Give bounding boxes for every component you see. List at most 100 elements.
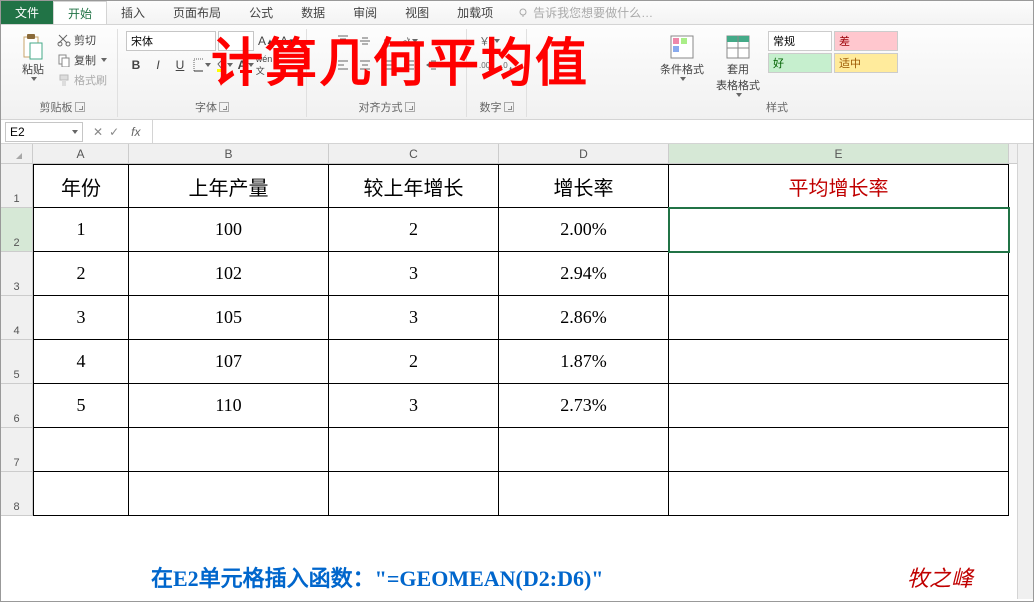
cell-C6[interactable]: 3 — [329, 384, 499, 428]
name-box[interactable]: E2 — [5, 122, 83, 142]
decrease-indent-button[interactable] — [399, 55, 419, 75]
increase-indent-button[interactable] — [421, 55, 441, 75]
fill-color-button[interactable] — [214, 55, 234, 75]
cell-D4[interactable]: 2.86% — [499, 296, 669, 340]
cell-style-normal[interactable]: 常规 — [768, 31, 832, 51]
cell-D3[interactable]: 2.94% — [499, 252, 669, 296]
row-header-8[interactable]: 8 — [1, 472, 33, 516]
align-center-button[interactable] — [355, 55, 375, 75]
tab-addin[interactable]: 加载项 — [443, 1, 507, 24]
formula-input[interactable] — [153, 122, 1033, 142]
tab-file[interactable]: 文件 — [1, 1, 53, 24]
cell-A2[interactable]: 1 — [33, 208, 129, 252]
col-header-A[interactable]: A — [33, 144, 129, 163]
align-bottom-button[interactable] — [377, 31, 397, 51]
align-left-button[interactable] — [333, 55, 353, 75]
cell-A4[interactable]: 3 — [33, 296, 129, 340]
row-header-3[interactable]: 3 — [1, 252, 33, 296]
cell-E3[interactable] — [669, 252, 1009, 296]
fx-icon[interactable]: fx — [125, 125, 146, 139]
tab-insert[interactable]: 插入 — [107, 1, 159, 24]
cell-C4[interactable]: 3 — [329, 296, 499, 340]
row-header-5[interactable]: 5 — [1, 340, 33, 384]
orientation-button[interactable]: ab — [399, 31, 419, 51]
cell-A6[interactable]: 5 — [33, 384, 129, 428]
font-launcher[interactable] — [219, 102, 229, 112]
cell-A1[interactable]: 年份 — [33, 164, 129, 208]
col-header-D[interactable]: D — [499, 144, 669, 163]
tab-home[interactable]: 开始 — [53, 1, 107, 24]
increase-decimal-button[interactable]: .00 — [476, 55, 496, 75]
cut-button[interactable]: 剪切 — [55, 31, 109, 49]
paste-button[interactable]: 粘贴 — [15, 31, 51, 83]
format-painter-button[interactable]: 格式刷 — [55, 71, 109, 89]
select-all-corner[interactable] — [1, 144, 33, 163]
cell-D2[interactable]: 2.00% — [499, 208, 669, 252]
cell-style-good[interactable]: 好 — [768, 53, 832, 73]
cell-E2[interactable] — [669, 208, 1009, 252]
cell-A7[interactable] — [33, 428, 129, 472]
col-header-E[interactable]: E — [669, 144, 1009, 163]
row-header-6[interactable]: 6 — [1, 384, 33, 428]
cell-E7[interactable] — [669, 428, 1009, 472]
cell-C7[interactable] — [329, 428, 499, 472]
italic-button[interactable]: I — [148, 55, 168, 75]
align-top-button[interactable] — [333, 31, 353, 51]
bold-button[interactable]: B — [126, 55, 146, 75]
cell-D1[interactable]: 增长率 — [499, 164, 669, 208]
tab-review[interactable]: 审阅 — [339, 1, 391, 24]
tell-me-hint[interactable]: 告诉我您想要做什么… — [517, 4, 653, 21]
align-right-button[interactable] — [377, 55, 397, 75]
accounting-format-button[interactable]: ￥ — [476, 31, 502, 51]
increase-font-button[interactable]: A▲ — [256, 31, 276, 51]
align-launcher[interactable] — [405, 102, 415, 112]
conditional-format-button[interactable]: 条件格式 — [656, 31, 708, 83]
cancel-formula-button[interactable]: ✕ — [93, 125, 103, 139]
cell-D6[interactable]: 2.73% — [499, 384, 669, 428]
phonetic-button[interactable]: wén文 — [258, 55, 278, 75]
cell-B5[interactable]: 107 — [129, 340, 329, 384]
cell-E1[interactable]: 平均增长率 — [669, 164, 1009, 208]
vertical-scrollbar[interactable] — [1017, 144, 1033, 599]
row-header-7[interactable]: 7 — [1, 428, 33, 472]
font-color-button[interactable]: A — [236, 55, 256, 75]
tab-view[interactable]: 视图 — [391, 1, 443, 24]
font-name-combo[interactable] — [126, 31, 216, 51]
cell-style-bad[interactable]: 差 — [834, 31, 898, 51]
col-header-B[interactable]: B — [129, 144, 329, 163]
accept-formula-button[interactable]: ✓ — [109, 125, 119, 139]
cell-B7[interactable] — [129, 428, 329, 472]
tab-formula[interactable]: 公式 — [235, 1, 287, 24]
border-button[interactable] — [192, 55, 212, 75]
format-as-table-button[interactable]: 套用 表格格式 — [712, 31, 764, 99]
cell-C3[interactable]: 3 — [329, 252, 499, 296]
cell-C8[interactable] — [329, 472, 499, 516]
cell-E8[interactable] — [669, 472, 1009, 516]
cell-B3[interactable]: 102 — [129, 252, 329, 296]
cell-B4[interactable]: 105 — [129, 296, 329, 340]
font-size-combo[interactable] — [218, 31, 254, 51]
row-header-1[interactable]: 1 — [1, 164, 33, 208]
cell-C5[interactable]: 2 — [329, 340, 499, 384]
cell-E4[interactable] — [669, 296, 1009, 340]
cell-B2[interactable]: 100 — [129, 208, 329, 252]
cell-A8[interactable] — [33, 472, 129, 516]
underline-button[interactable]: U — [170, 55, 190, 75]
cell-D5[interactable]: 1.87% — [499, 340, 669, 384]
decrease-decimal-button[interactable]: .0 — [498, 55, 518, 75]
copy-button[interactable]: 复制 — [55, 51, 109, 69]
align-middle-button[interactable] — [355, 31, 375, 51]
cell-E6[interactable] — [669, 384, 1009, 428]
number-launcher[interactable] — [504, 102, 514, 112]
cell-C2[interactable]: 2 — [329, 208, 499, 252]
cell-B6[interactable]: 110 — [129, 384, 329, 428]
cell-C1[interactable]: 较上年增长 — [329, 164, 499, 208]
cell-A5[interactable]: 4 — [33, 340, 129, 384]
col-header-C[interactable]: C — [329, 144, 499, 163]
cell-D8[interactable] — [499, 472, 669, 516]
cell-B8[interactable] — [129, 472, 329, 516]
cell-style-neutral[interactable]: 适中 — [834, 53, 898, 73]
row-header-2[interactable]: 2 — [1, 208, 33, 252]
tab-data[interactable]: 数据 — [287, 1, 339, 24]
row-header-4[interactable]: 4 — [1, 296, 33, 340]
